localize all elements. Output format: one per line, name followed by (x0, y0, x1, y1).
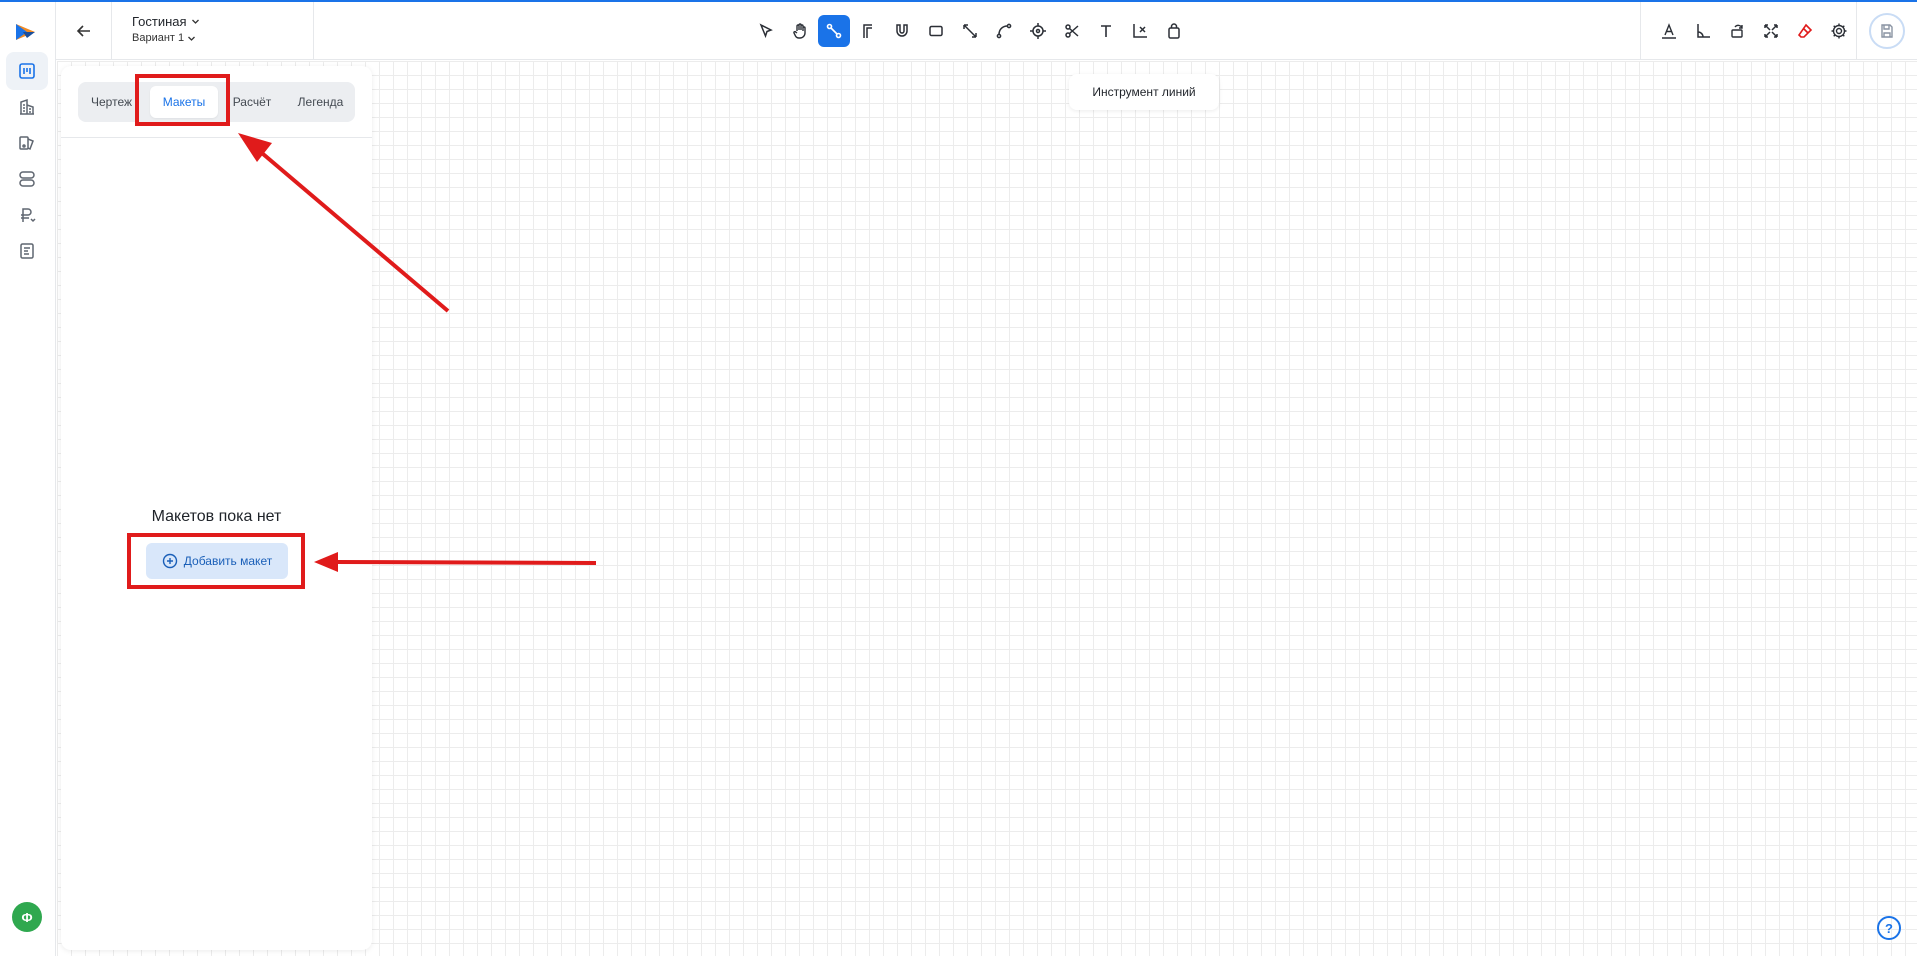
rectangle-icon (929, 25, 943, 37)
gear-icon (1831, 23, 1847, 39)
tool-hint-text: Инструмент линий (1092, 85, 1196, 99)
target-icon (1030, 23, 1046, 39)
rectangle-tool-button[interactable] (920, 15, 952, 47)
app-logo-icon[interactable] (13, 20, 39, 44)
materials-icon (19, 136, 34, 151)
expand-icon (1764, 24, 1778, 38)
layout-icon (19, 63, 35, 79)
variant-name: Вариант 1 (132, 32, 185, 44)
sidebar-item-building[interactable] (6, 88, 48, 126)
fit-view-tool-button[interactable] (1755, 15, 1787, 47)
eraser-tool-button[interactable] (1789, 15, 1821, 47)
magnet-tool-button[interactable] (886, 15, 918, 47)
point-tool-button[interactable] (1022, 15, 1054, 47)
settings-tool-button[interactable] (1823, 15, 1855, 47)
annotation-highlight-button (127, 533, 305, 589)
hand-tool-button[interactable] (784, 15, 816, 47)
tool-hint: Инструмент линий (1069, 74, 1219, 110)
building-icon (20, 98, 34, 115)
sidebar-item-layers[interactable] (6, 160, 48, 198)
layers-icon (19, 171, 35, 187)
view-toolbar (1640, 2, 1855, 60)
diagonal-arrows-icon (963, 24, 977, 38)
drawing-toolbar (750, 15, 1190, 47)
rotate-icon (1731, 24, 1743, 38)
help-button[interactable]: ? (1877, 916, 1901, 940)
project-name-dropdown[interactable]: Гостиная (132, 14, 313, 29)
scissors-tool-button[interactable] (1056, 15, 1088, 47)
cursor-icon (759, 23, 773, 39)
wall-tool-button[interactable] (852, 15, 884, 47)
sidebar-item-price[interactable] (6, 196, 48, 234)
top-bar: Гостиная Вариант 1 (56, 2, 1917, 60)
sidebar-item-materials[interactable] (6, 124, 48, 162)
sidebar-item-layout[interactable] (6, 52, 48, 90)
avatar-initial: Ф (21, 909, 33, 925)
corner-line-icon (863, 24, 872, 38)
layouts-panel: Чертеж Макеты Расчёт Легенда Макетов пок… (61, 66, 372, 950)
back-button[interactable] (56, 2, 112, 60)
select-tool-button[interactable] (750, 15, 782, 47)
project-selector[interactable]: Гостиная Вариант 1 (112, 2, 314, 60)
label-tool-button[interactable] (1653, 15, 1685, 47)
angle-tool-button[interactable] (1687, 15, 1719, 47)
eraser-icon (1797, 23, 1813, 38)
project-name: Гостиная (132, 14, 187, 29)
line-tool-button[interactable] (818, 15, 850, 47)
annotation-highlight-tab (135, 74, 230, 126)
tab-label: Чертеж (91, 95, 133, 109)
tab-label: Расчёт (232, 95, 272, 109)
angle-icon (1697, 24, 1710, 38)
curve-tool-button[interactable] (988, 15, 1020, 47)
price-icon (21, 208, 36, 223)
text-icon (1101, 25, 1111, 37)
diagonal-tool-button[interactable] (954, 15, 986, 47)
magnet-icon (896, 24, 908, 37)
rotate-tool-button[interactable] (1721, 15, 1753, 47)
tab-legend[interactable]: Легенда (286, 86, 355, 118)
arrow-left-icon (76, 25, 90, 37)
axis-tool-button[interactable] (1124, 15, 1156, 47)
axis-icon (1133, 24, 1147, 38)
variant-dropdown[interactable]: Вариант 1 (132, 32, 313, 44)
save-area (1856, 2, 1917, 60)
curve-icon (996, 23, 1012, 39)
bag-tool-button[interactable] (1158, 15, 1190, 47)
hand-icon (793, 23, 806, 39)
save-button[interactable] (1869, 13, 1905, 49)
bag-icon (1168, 23, 1180, 39)
chevron-down-icon (191, 19, 199, 24)
document-icon (20, 243, 34, 259)
scissors-icon (1065, 24, 1079, 38)
user-avatar[interactable]: Ф (12, 902, 42, 932)
left-rail: Ф (0, 2, 56, 956)
line-tool-icon (826, 23, 842, 39)
tab-label: Легенда (297, 95, 344, 109)
panel-divider (61, 137, 372, 138)
text-tool-button[interactable] (1090, 15, 1122, 47)
sidebar-item-document[interactable] (6, 232, 48, 270)
empty-state-title: Макетов пока нет (151, 508, 282, 525)
chevron-down-icon (188, 36, 196, 41)
save-icon (1881, 24, 1893, 38)
letter-label-icon (1662, 23, 1676, 39)
help-icon: ? (1885, 920, 1893, 936)
